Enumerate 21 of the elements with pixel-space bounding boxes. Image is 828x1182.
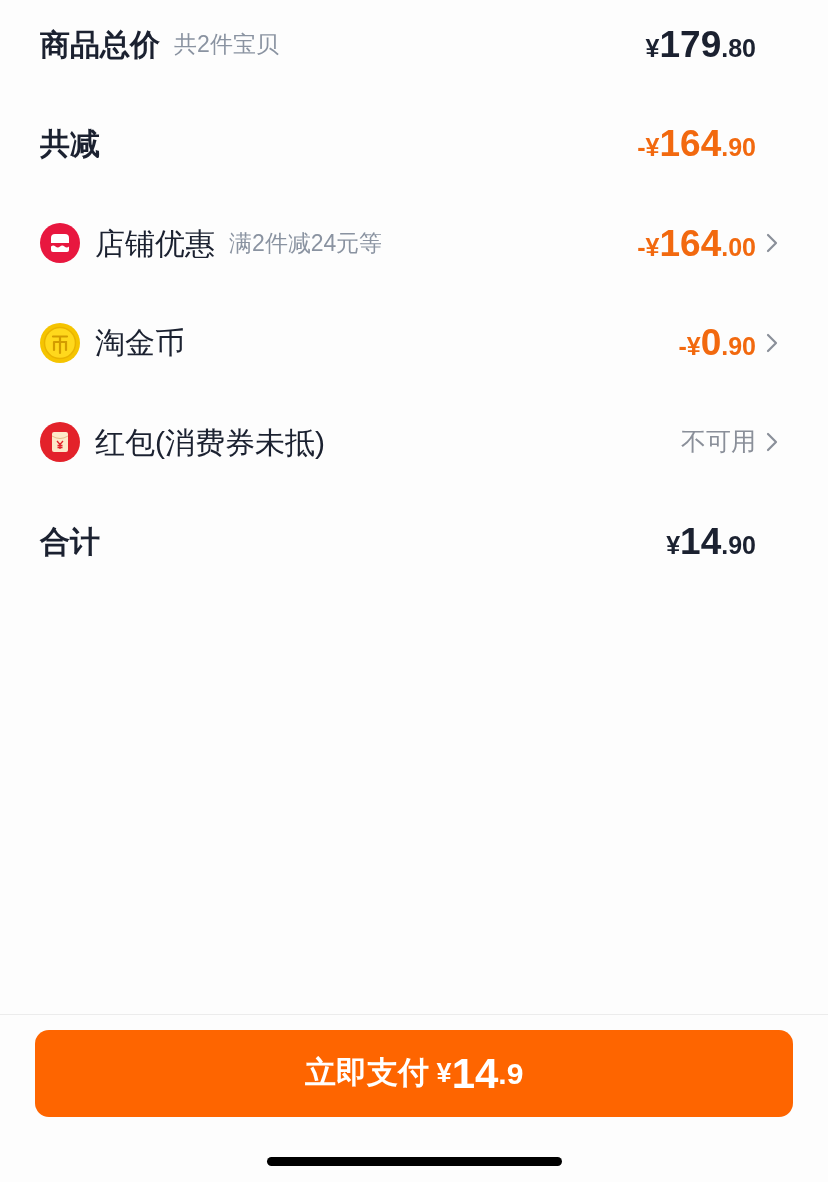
amount-text: -¥0.90 (678, 324, 756, 361)
row-label: 共减 (40, 126, 100, 162)
row-label: 红包(消费券未抵) (95, 424, 325, 461)
coin-icon (40, 322, 80, 363)
amount-text: -¥164.00 (637, 224, 756, 262)
shop-icon (40, 223, 80, 263)
note-text: 共2件宝贝 (174, 29, 279, 59)
row-label: 店铺优惠 (95, 225, 215, 262)
amount-text: ¥14.90 (666, 523, 756, 560)
envelope-icon (40, 422, 80, 462)
pay-button[interactable]: 立即支付 ¥14.9 (35, 1030, 793, 1117)
note-text: 满2件减24元等 (229, 228, 383, 258)
row-label: 商品总价 (40, 26, 160, 63)
row-label: 合计 (40, 524, 100, 560)
row-label: 淘金币 (95, 325, 185, 361)
amount-text: ¥179.80 (645, 25, 756, 63)
chevron-right-icon[interactable] (766, 432, 778, 452)
chevron-right-icon[interactable] (766, 233, 778, 253)
amount-text: -¥164.90 (637, 125, 756, 162)
status-text: 不可用 (681, 426, 756, 458)
chevron-right-icon[interactable] (766, 332, 778, 353)
